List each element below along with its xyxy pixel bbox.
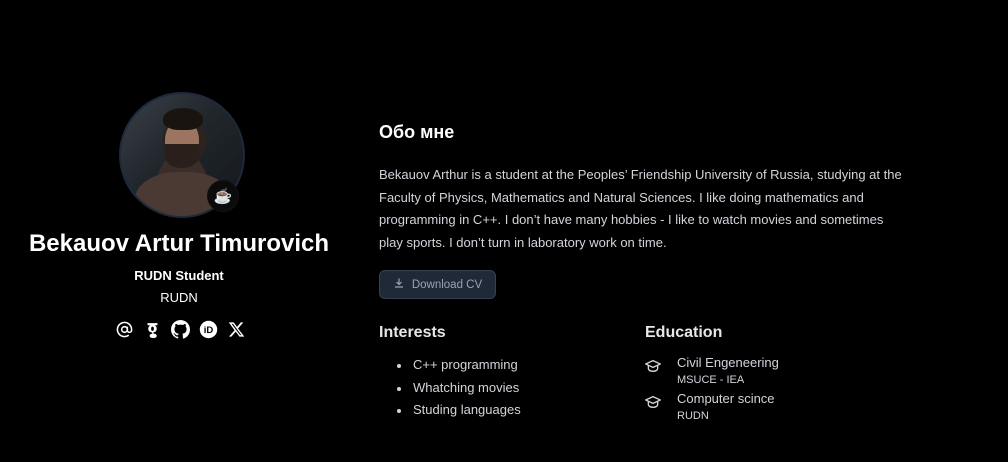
- education-school: RUDN: [677, 410, 709, 422]
- at-email-icon[interactable]: [115, 320, 134, 339]
- svg-text:iD: iD: [204, 325, 214, 336]
- education-list: Civil Engeneering MSUCE - IEA Computer s…: [645, 354, 779, 426]
- education-degree: Civil Engeneering: [677, 355, 779, 370]
- education-item: Civil Engeneering MSUCE - IEA: [645, 354, 779, 390]
- google-scholar-icon[interactable]: [143, 320, 162, 339]
- profile-organization: RUDN: [160, 290, 198, 305]
- orcid-icon[interactable]: iD: [199, 320, 218, 339]
- status-badge: ☕: [207, 180, 239, 212]
- profile-role: RUDN Student: [134, 268, 224, 283]
- interests-title: Interests: [379, 324, 446, 341]
- graduation-cap-icon: [645, 359, 661, 373]
- about-text: Bekauov Arthur is a student at the Peopl…: [379, 167, 902, 250]
- about-title: Обо мне: [379, 122, 455, 142]
- list-item: C++ programming: [379, 354, 521, 377]
- interests-list: C++ programming Whatching movies Studing…: [379, 354, 521, 422]
- avatar-container: ☕: [119, 92, 245, 218]
- social-links: iD: [115, 320, 246, 339]
- education-item: Computer scince RUDN: [645, 390, 779, 426]
- graduation-cap-icon: [645, 395, 661, 409]
- list-item: Whatching movies: [379, 377, 521, 400]
- x-twitter-icon[interactable]: [227, 320, 246, 339]
- education-school: MSUCE - IEA: [677, 374, 745, 386]
- list-item: Studing languages: [379, 399, 521, 422]
- education-degree: Computer scince: [677, 391, 775, 406]
- education-title: Education: [645, 324, 723, 341]
- download-cv-label: Download CV: [411, 278, 483, 291]
- download-icon: [393, 277, 405, 292]
- profile-name: Bekauov Artur Timurovich: [28, 230, 330, 257]
- github-icon[interactable]: [171, 320, 190, 339]
- download-cv-button[interactable]: Download CV: [379, 270, 496, 299]
